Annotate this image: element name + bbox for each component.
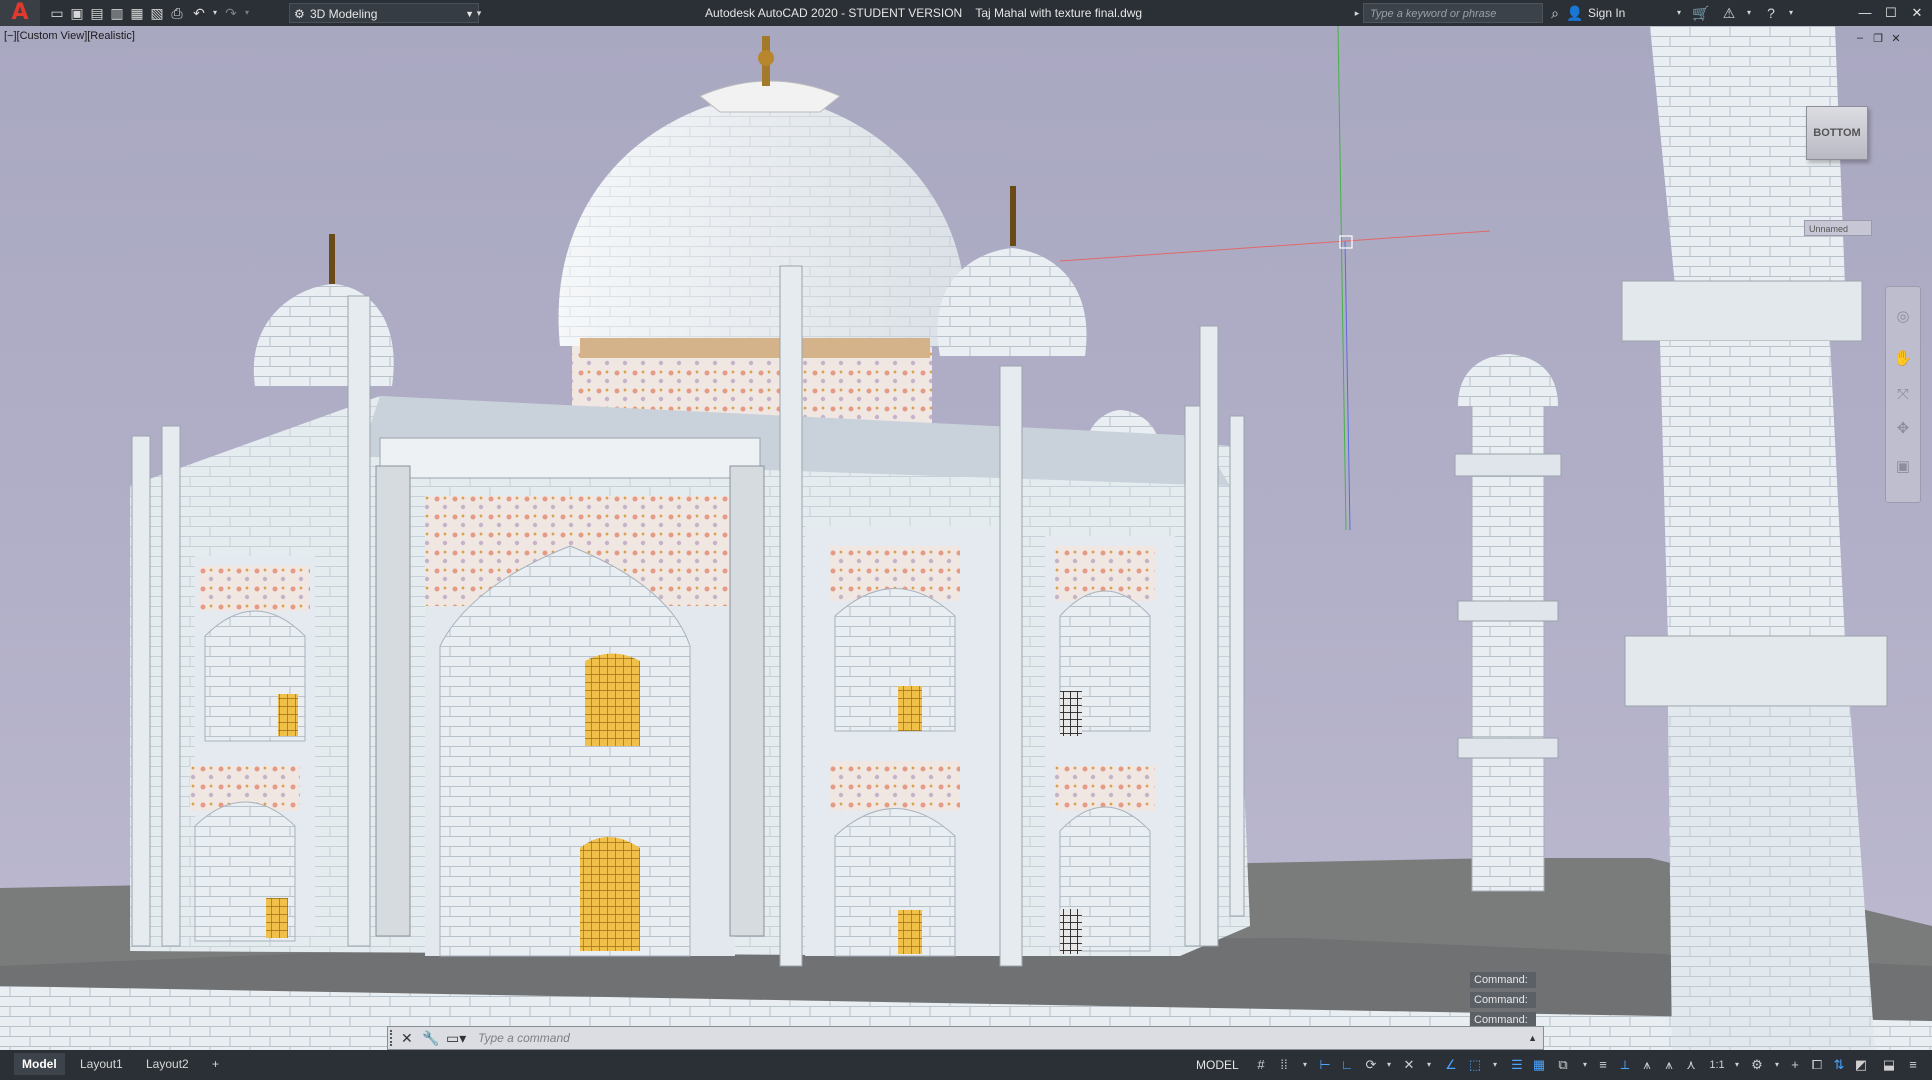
redo-dropdown-icon[interactable]: ▾ — [238, 4, 256, 22]
annotation-scale-value[interactable]: 1:1 — [1704, 1056, 1730, 1074]
annotation-scale-icon[interactable]: ⋏ — [1682, 1056, 1700, 1074]
autocad-logo-icon: A — [11, 0, 29, 25]
auto-scale-icon[interactable]: ⩚ — [1660, 1056, 1678, 1074]
lineweight-icon[interactable]: ☰ — [1508, 1056, 1526, 1074]
fullscreen-icon[interactable]: ⬓ — [1880, 1056, 1898, 1074]
search-placeholder: Type a keyword or phrase — [1370, 8, 1497, 20]
object-snap-tracking-icon[interactable]: ∠ — [1442, 1056, 1460, 1074]
selection-dropdown-icon[interactable]: ▾ — [1576, 1056, 1594, 1074]
viewport-minimize-icon[interactable]: – — [1852, 32, 1868, 44]
orbit-icon[interactable]: ✥ — [1893, 419, 1913, 439]
infer-constraints-icon[interactable]: ⊢ — [1316, 1056, 1334, 1074]
save-web-icon[interactable]: ▧ — [148, 4, 166, 22]
pan-icon[interactable]: ✋ — [1893, 349, 1913, 369]
viewcube-face-label: BOTTOM — [1813, 127, 1861, 139]
3d-object-snap-icon[interactable]: ⟂ — [1616, 1056, 1634, 1074]
customize-toolbar-icon[interactable]: ▾ — [470, 4, 488, 22]
sign-in-dropdown-icon[interactable]: ▾ — [1670, 4, 1688, 22]
command-line-grip[interactable] — [390, 1030, 398, 1046]
user-icon: 👤 — [1566, 5, 1584, 21]
scale-dropdown-icon[interactable]: ▾ — [1728, 1056, 1746, 1074]
open-file-icon[interactable]: ▣ — [68, 4, 86, 22]
polar-dropdown-icon[interactable]: ▾ — [1380, 1056, 1398, 1074]
model-space-toggle[interactable]: MODEL — [1196, 1054, 1239, 1076]
viewport-controls-label[interactable]: [−][Custom View][Realistic] — [4, 30, 135, 42]
customize-wrench-icon[interactable]: 🔧 — [422, 1029, 439, 1047]
exchange-dropdown-icon[interactable]: ▾ — [1740, 4, 1758, 22]
command-history-line: Command: — [1470, 972, 1536, 988]
tab-model[interactable]: Model — [14, 1053, 65, 1075]
snap-icon[interactable]: ⁞⁞ — [1275, 1056, 1293, 1074]
ucs-menu[interactable]: Unnamed — [1804, 220, 1872, 236]
open-web-icon[interactable]: ▦ — [128, 4, 146, 22]
workspace-label: 3D Modeling — [310, 7, 378, 21]
cart-icon[interactable]: 🛒 — [1692, 4, 1710, 22]
plot-icon[interactable]: ⎙ — [168, 4, 186, 22]
exchange-apps-icon[interactable]: ⚠ — [1720, 4, 1738, 22]
add-layout-icon[interactable]: + — [204, 1053, 227, 1075]
title-bar: A ▭ ▣ ▤ ▥ ▦ ▧ ⎙ ↶ ▾ ↷ ▾ ⚙ 3D Modeling ▼ … — [0, 0, 1932, 26]
viewport-restore-icon[interactable]: ❐ — [1870, 32, 1886, 45]
clean-screen-icon[interactable]: ◩ — [1852, 1056, 1870, 1074]
application-menu-button[interactable]: A — [0, 0, 40, 26]
snap-dropdown-icon[interactable]: ▾ — [1296, 1056, 1314, 1074]
gear-icon: ⚙ — [294, 7, 305, 21]
taj-mahal-model-render — [0, 26, 1932, 1050]
menu-icon[interactable]: ≡ — [1594, 1056, 1612, 1074]
workspace-dropdown-icon[interactable]: ▾ — [1768, 1056, 1786, 1074]
new-file-icon[interactable]: ▭ — [48, 4, 66, 22]
close-window-button[interactable]: ✕ — [1904, 0, 1930, 26]
showmotion-icon[interactable]: ▣ — [1893, 457, 1913, 477]
isodraft-icon[interactable]: ✕ — [1400, 1056, 1418, 1074]
minimize-window-button[interactable]: — — [1852, 0, 1878, 26]
object-snap-icon[interactable]: ⬚ — [1466, 1056, 1484, 1074]
help-dropdown-icon[interactable]: ▾ — [1782, 4, 1800, 22]
sign-in-link[interactable]: Sign In — [1588, 0, 1625, 26]
status-bar: Model Layout1 Layout2 + MODEL # ⁞⁞ ▾ ⊢ ∟… — [0, 1050, 1932, 1080]
ortho-icon[interactable]: ∟ — [1338, 1056, 1356, 1074]
save-as-icon[interactable]: ▥ — [108, 4, 126, 22]
object-snap-dropdown-icon[interactable]: ▾ — [1486, 1056, 1504, 1074]
command-line: ✕ 🔧 ▭▾ Type a command ▲ — [387, 1026, 1544, 1050]
save-icon[interactable]: ▤ — [88, 4, 106, 22]
plus-icon[interactable]: + — [1786, 1056, 1804, 1074]
ucs-name-label: Unnamed — [1809, 224, 1849, 234]
annotation-visibility-icon[interactable]: ⩚ — [1638, 1056, 1656, 1074]
grid-icon[interactable]: # — [1252, 1056, 1270, 1074]
workspace-selector[interactable]: ⚙ 3D Modeling ▼ — [289, 3, 479, 23]
binoculars-icon[interactable]: ⌕ — [1546, 4, 1564, 22]
command-history-toggle-icon[interactable]: ▲ — [1528, 1029, 1537, 1047]
maximize-window-button[interactable]: ☐ — [1878, 0, 1904, 26]
viewcube[interactable]: BOTTOM — [1806, 106, 1868, 160]
zoom-extents-icon[interactable]: ⤧ — [1893, 385, 1913, 405]
isodraft-dropdown-icon[interactable]: ▾ — [1420, 1056, 1438, 1074]
selection-cycling-icon[interactable]: ⧉ — [1554, 1056, 1572, 1074]
workspace-switch-gear-icon[interactable]: ⚙ — [1748, 1056, 1766, 1074]
window-title: Autodesk AutoCAD 2020 - STUDENT VERSION … — [705, 6, 1143, 20]
steering-wheel-icon[interactable]: ◎ — [1893, 307, 1913, 327]
drawing-viewport[interactable]: [−][Custom View][Realistic] – ❐ ✕ BOTTOM… — [0, 26, 1932, 1050]
tab-layout1[interactable]: Layout1 — [72, 1053, 131, 1075]
hardware-acceleration-icon[interactable]: ⇅ — [1830, 1056, 1848, 1074]
help-icon[interactable]: ? — [1762, 4, 1780, 22]
close-icon[interactable]: ✕ — [401, 1029, 413, 1047]
polar-tracking-icon[interactable]: ⟳ — [1362, 1056, 1380, 1074]
recent-commands-icon[interactable]: ▭▾ — [446, 1029, 466, 1047]
command-history-line: Command: — [1470, 992, 1536, 1008]
tab-layout2[interactable]: Layout2 — [138, 1053, 197, 1075]
help-search-input[interactable]: Type a keyword or phrase — [1363, 3, 1543, 23]
customization-menu-icon[interactable]: ≡ — [1904, 1056, 1922, 1074]
transparency-icon[interactable]: ▦ — [1530, 1056, 1548, 1074]
navigation-bar: ◎ ✋ ⤧ ✥ ▣ — [1885, 286, 1921, 503]
viewport-close-icon[interactable]: ✕ — [1888, 32, 1904, 45]
command-input[interactable]: Type a command — [478, 1027, 570, 1049]
isolate-objects-icon[interactable]: ⧠ — [1808, 1056, 1826, 1074]
